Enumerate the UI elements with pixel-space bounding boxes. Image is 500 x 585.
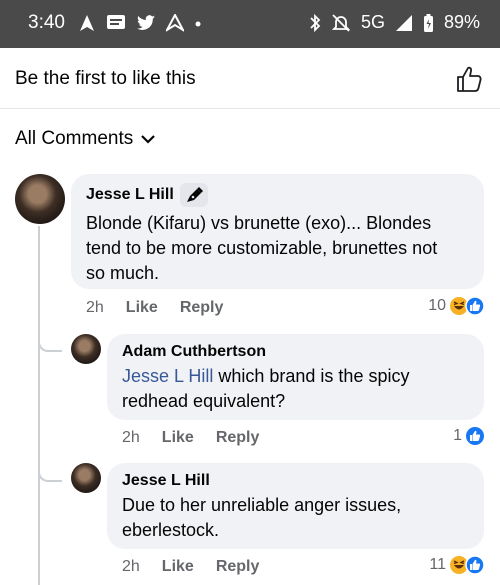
comment-author[interactable]: Jesse L Hill: [86, 186, 174, 204]
comment-text: Blonde (Kifaru) vs brunette (exo)... Blo…: [86, 213, 438, 283]
thread-line: [38, 226, 40, 585]
bluetooth-icon: [310, 13, 321, 32]
comment-timestamp: 2h: [122, 429, 140, 446]
comment-bubble: Jesse L Hill Blonde (Kifaru) vs brunette…: [71, 174, 484, 289]
comment-text: Due to her unreliable anger issues, eber…: [122, 495, 402, 540]
reaction-count: 11: [429, 556, 446, 573]
like-reaction-icon: [465, 555, 485, 575]
mention-link[interactable]: Jesse L Hill: [122, 366, 213, 386]
reaction-summary[interactable]: 10: [428, 296, 485, 316]
comment-timestamp: 2h: [122, 558, 140, 575]
all-comments-filter[interactable]: All Comments: [15, 128, 156, 150]
comment-author[interactable]: Adam Cuthbertson: [122, 343, 266, 361]
avatar[interactable]: [15, 174, 65, 224]
reaction-summary[interactable]: 11: [429, 555, 485, 575]
status-bar: 3:40 5G 89%: [0, 0, 500, 48]
like-reaction-icon: [466, 427, 484, 445]
comment-actions: 2h Like Reply: [122, 558, 259, 576]
thread-connector: [38, 320, 62, 352]
app-arrow-icon: [166, 14, 184, 32]
comment-text: Jesse L Hill which brand is the spicy re…: [122, 366, 410, 411]
avatar[interactable]: [71, 463, 101, 493]
twitter-icon: [137, 15, 155, 30]
navigation-arrow-icon: [80, 15, 94, 31]
comment-author[interactable]: Jesse L Hill: [122, 472, 210, 490]
mute-bell-icon: [331, 13, 351, 32]
reply-button[interactable]: Reply: [216, 429, 260, 447]
avatar[interactable]: [71, 334, 101, 364]
like-reaction-icon: [465, 296, 485, 316]
likes-summary: Be the first to like this: [15, 68, 196, 89]
chevron-down-icon: [141, 135, 156, 144]
comment-bubble: Adam Cuthbertson Jesse L Hill which bran…: [107, 334, 484, 420]
more-dot-icon: [195, 21, 201, 27]
like-button[interactable]: Like: [162, 558, 194, 576]
message-icon: [107, 15, 125, 29]
network-type: 5G: [360, 12, 385, 32]
comment-actions: 2h Like Reply: [86, 299, 223, 317]
status-time: 3:40: [28, 12, 65, 33]
status-right: 5G 89%: [309, 12, 480, 33]
reaction-count: 10: [428, 297, 446, 314]
thread-connector: [38, 450, 62, 482]
reply-button[interactable]: Reply: [216, 558, 260, 576]
reaction-count: 1: [453, 427, 462, 444]
comment-actions: 2h Like Reply: [122, 429, 259, 447]
author-badge-icon: [179, 183, 208, 207]
likes-bar: Be the first to like this: [0, 48, 500, 109]
battery-level: 89%: [443, 12, 480, 32]
comment-timestamp: 2h: [86, 299, 104, 316]
like-button[interactable]: Like: [162, 429, 194, 447]
comment-bubble: Jesse L Hill Due to her unreliable anger…: [107, 463, 484, 549]
notification-icons: [78, 14, 202, 32]
signal-icon: [395, 14, 412, 31]
all-comments-label: All Comments: [15, 128, 134, 149]
reply-button[interactable]: Reply: [180, 299, 224, 317]
like-button[interactable]: Like: [126, 299, 158, 317]
battery-icon: [423, 13, 433, 32]
reaction-summary[interactable]: 1: [453, 426, 485, 446]
like-thumb-icon[interactable]: [455, 65, 483, 93]
